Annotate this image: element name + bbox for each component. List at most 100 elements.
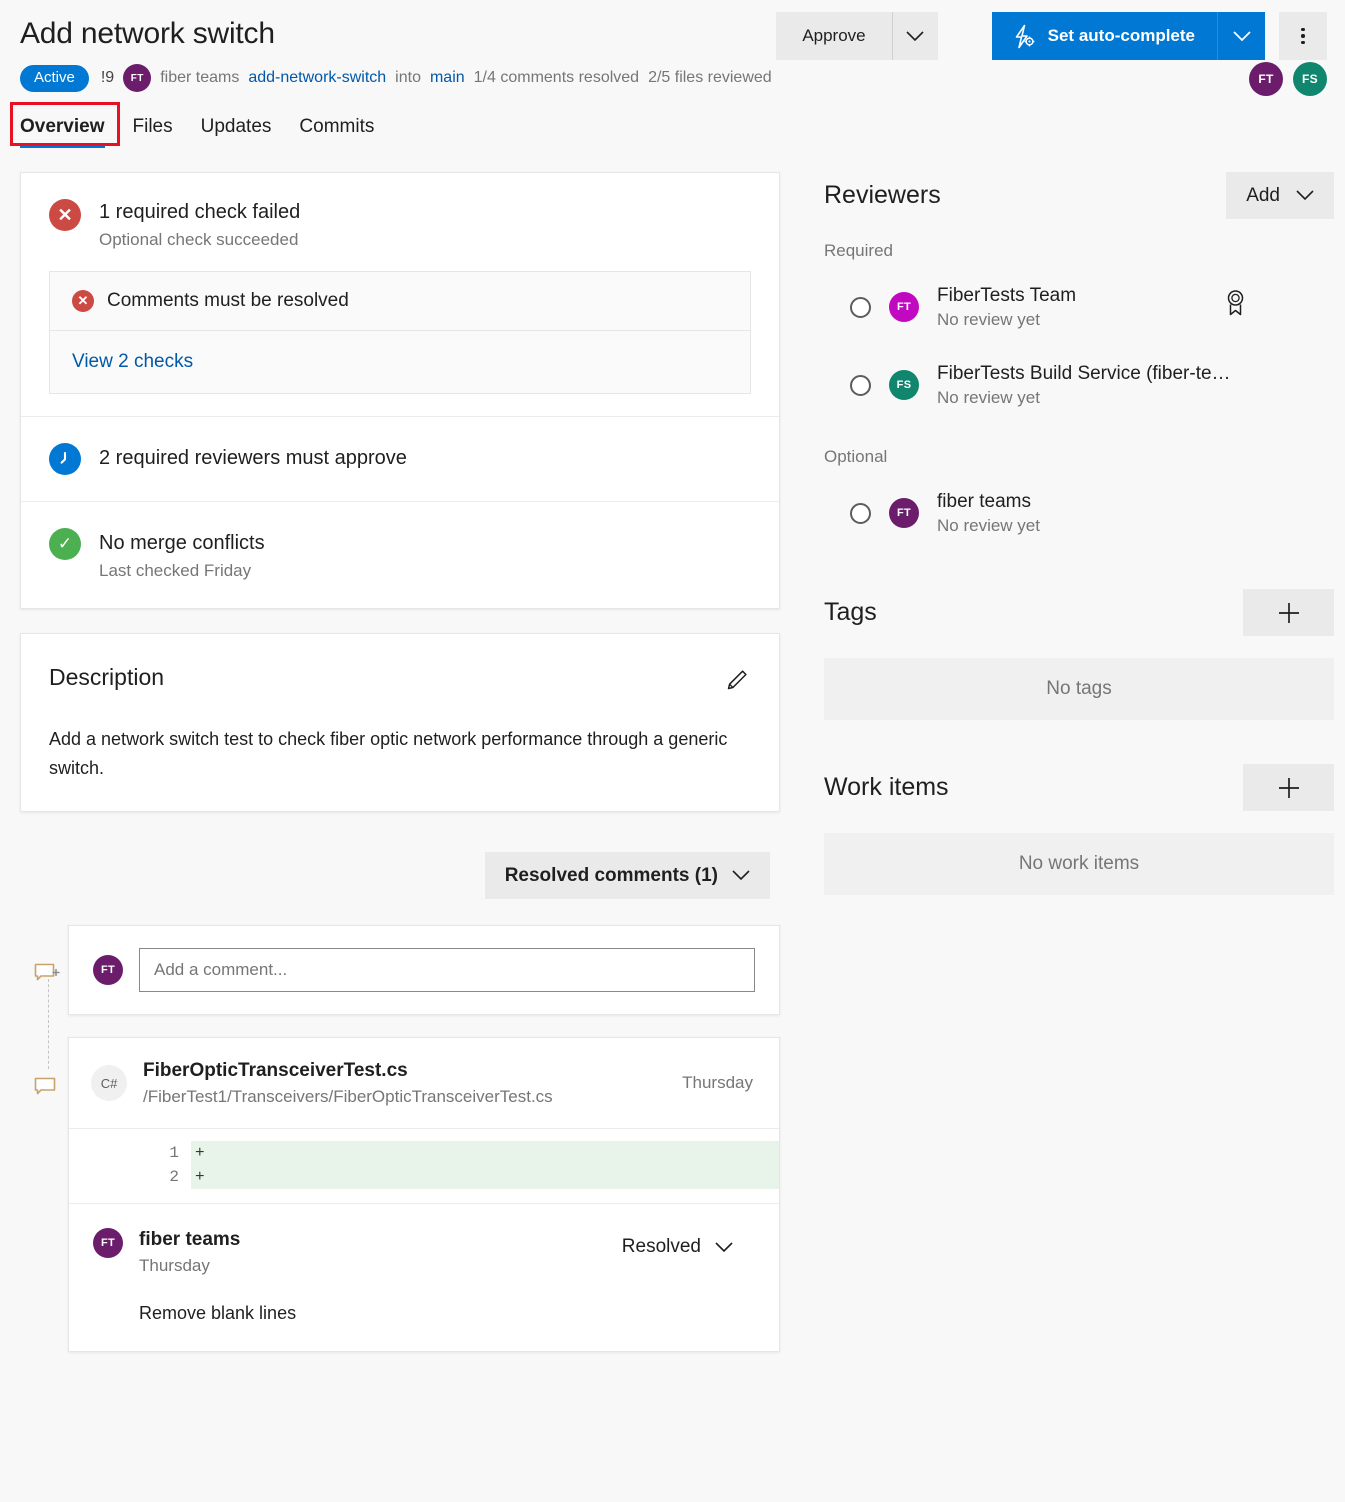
tab-files[interactable]: Files xyxy=(119,114,187,148)
required-check-failed-title: 1 required check failed xyxy=(99,199,300,225)
reviewer-avatar: FT xyxy=(889,498,919,528)
diff-line: 1 + xyxy=(69,1141,779,1165)
tags-section: Tags No tags xyxy=(824,589,1334,720)
approve-button[interactable]: Approve xyxy=(776,12,891,60)
reviewer-vote-radio[interactable] xyxy=(850,375,871,396)
diff-line-content: + xyxy=(191,1165,779,1189)
tab-overview[interactable]: Overview xyxy=(20,114,119,148)
tab-commits[interactable]: Commits xyxy=(285,114,388,148)
thread-file-name: FiberOpticTransceiverTest.cs xyxy=(143,1058,553,1083)
merge-conflicts-title: No merge conflicts xyxy=(99,530,265,556)
add-work-item-button[interactable] xyxy=(1243,764,1334,811)
chevron-down-icon xyxy=(715,1242,733,1253)
view-checks-link[interactable]: View 2 checks xyxy=(50,331,750,393)
more-actions-button[interactable] xyxy=(1279,12,1327,60)
add-tag-button[interactable] xyxy=(1243,589,1334,636)
header-actions: Approve Set auto-complete xyxy=(776,12,1327,60)
policy-status-card: ✕ 1 required check failed Optional check… xyxy=(20,172,780,609)
policy-merge-conflicts: ✓ No merge conflicts Last checked Friday xyxy=(21,502,779,608)
checks-box: ✕ Comments must be resolved View 2 check… xyxy=(49,271,751,394)
auto-complete-bolt-gear-icon xyxy=(1012,24,1036,49)
add-comment-input[interactable] xyxy=(139,948,755,992)
reviewer-row-fiber-teams[interactable]: FT fiber teams No review yet xyxy=(824,481,1334,545)
reviewers-section: Reviewers Add Required FT FiberTests Tea… xyxy=(824,172,1334,545)
reviewer-row-fibertests-build-service[interactable]: FS FiberTests Build Service (fiber-te… N… xyxy=(824,353,1334,417)
source-branch-link[interactable]: add-network-switch xyxy=(248,69,386,87)
reviewer-status: No review yet xyxy=(937,309,1076,331)
pencil-icon xyxy=(725,666,751,692)
reviewers-header: Reviewers Add xyxy=(824,172,1334,219)
add-reviewer-label: Add xyxy=(1246,185,1280,207)
file-comment-thread-card: C# FiberOpticTransceiverTest.cs /FiberTe… xyxy=(68,1037,780,1352)
comment-text: Remove blank lines xyxy=(139,1301,296,1325)
diff-line-number: 1 xyxy=(69,1141,191,1165)
add-reviewer-button[interactable]: Add xyxy=(1226,172,1334,219)
into-label: into xyxy=(395,69,421,87)
reviewer-status: No review yet xyxy=(937,515,1040,537)
reviewer-vote-radio[interactable] xyxy=(850,297,871,318)
work-items-title: Work items xyxy=(824,773,949,802)
resolved-comments-button[interactable]: Resolved comments (1) xyxy=(485,852,770,899)
add-comment-icon[interactable] xyxy=(34,963,61,993)
set-auto-complete-label: Set auto-complete xyxy=(1048,26,1195,46)
status-badge: Active xyxy=(20,65,89,92)
files-reviewed-count: 2/5 files reviewed xyxy=(648,69,772,87)
reviewer-avatar[interactable]: FS xyxy=(1293,62,1327,96)
current-user-avatar: FT xyxy=(93,955,123,985)
page-header: Add network switch Approve xyxy=(0,0,1345,92)
reviewer-avatar: FS xyxy=(889,370,919,400)
plus-icon xyxy=(1276,775,1302,801)
error-circle-icon: ✕ xyxy=(72,290,94,312)
chevron-down-icon xyxy=(1296,190,1314,201)
comment-status-dropdown[interactable]: Resolved xyxy=(622,1236,733,1258)
description-title: Description xyxy=(49,664,751,691)
edit-description-button[interactable] xyxy=(723,664,753,694)
reviewers-title: Reviewers xyxy=(824,181,941,210)
thread-gutter xyxy=(30,925,66,1352)
pr-status-row: Active !9 FT fiber teams add-network-swi… xyxy=(20,64,1327,92)
author-avatar: FT xyxy=(123,64,151,92)
target-branch-link[interactable]: main xyxy=(430,69,465,87)
pr-id: !9 xyxy=(101,69,114,87)
comments-resolved-count: 1/4 comments resolved xyxy=(474,69,639,87)
tab-updates[interactable]: Updates xyxy=(187,114,286,148)
auto-complete-dropdown-button[interactable] xyxy=(1217,12,1265,60)
chevron-down-icon xyxy=(732,870,750,881)
tags-header: Tags xyxy=(824,589,1334,636)
comment-author-avatar: FT xyxy=(93,1228,123,1258)
diff-line: 2 + xyxy=(69,1165,779,1189)
comment-reply: FT fiber teams Thursday Remove blank lin… xyxy=(69,1204,779,1351)
work-items-header: Work items xyxy=(824,764,1334,811)
comment-threads: FT C# FiberOpticTransceiverTest.cs /Fibe… xyxy=(20,925,780,1352)
pr-tabs: Overview Files Updates Commits xyxy=(0,114,1345,148)
chevron-down-icon xyxy=(906,31,924,42)
main-column: ✕ 1 required check failed Optional check… xyxy=(20,172,780,1352)
policy-required-reviewers: 2 required reviewers must approve xyxy=(21,417,779,501)
comment-icon[interactable] xyxy=(34,1077,58,1107)
diff-line-number: 2 xyxy=(69,1165,191,1189)
reviewer-name: FiberTests Build Service (fiber-te… xyxy=(937,361,1231,386)
reviewer-row-fibertests-team[interactable]: FT FiberTests Team No review yet xyxy=(824,275,1334,339)
optional-check-subtitle: Optional check succeeded xyxy=(99,229,300,251)
reviewer-avatar[interactable]: FT xyxy=(1249,62,1283,96)
comment-author-name: fiber teams xyxy=(139,1228,296,1252)
header-reviewer-avatars: FT FS xyxy=(1249,62,1327,96)
check-item-comments-resolved: ✕ Comments must be resolved xyxy=(50,272,750,330)
thread-file-header[interactable]: C# FiberOpticTransceiverTest.cs /FiberTe… xyxy=(69,1038,779,1128)
resolved-comments-bar: Resolved comments (1) xyxy=(20,852,780,899)
author-name: fiber teams xyxy=(160,69,239,87)
approve-dropdown-button[interactable] xyxy=(892,12,938,60)
pull-request-page: Add network switch Approve xyxy=(0,0,1345,1502)
description-card: Description Add a network switch test to… xyxy=(20,633,780,812)
thread-file-date: Thursday xyxy=(682,1073,755,1093)
policy-required-reviewers-label: 2 required reviewers must approve xyxy=(99,443,407,471)
optional-reviewers-label: Optional xyxy=(824,447,1334,467)
required-reviewers-label: Required xyxy=(824,241,1334,261)
clock-icon xyxy=(49,443,81,475)
reviewer-vote-radio[interactable] xyxy=(850,503,871,524)
comment-date: Thursday xyxy=(139,1255,296,1277)
set-auto-complete-button[interactable]: Set auto-complete xyxy=(992,12,1217,60)
reviewer-avatar: FT xyxy=(889,292,919,322)
tags-empty-state: No tags xyxy=(824,658,1334,720)
merge-conflicts-subtitle: Last checked Friday xyxy=(99,560,265,582)
